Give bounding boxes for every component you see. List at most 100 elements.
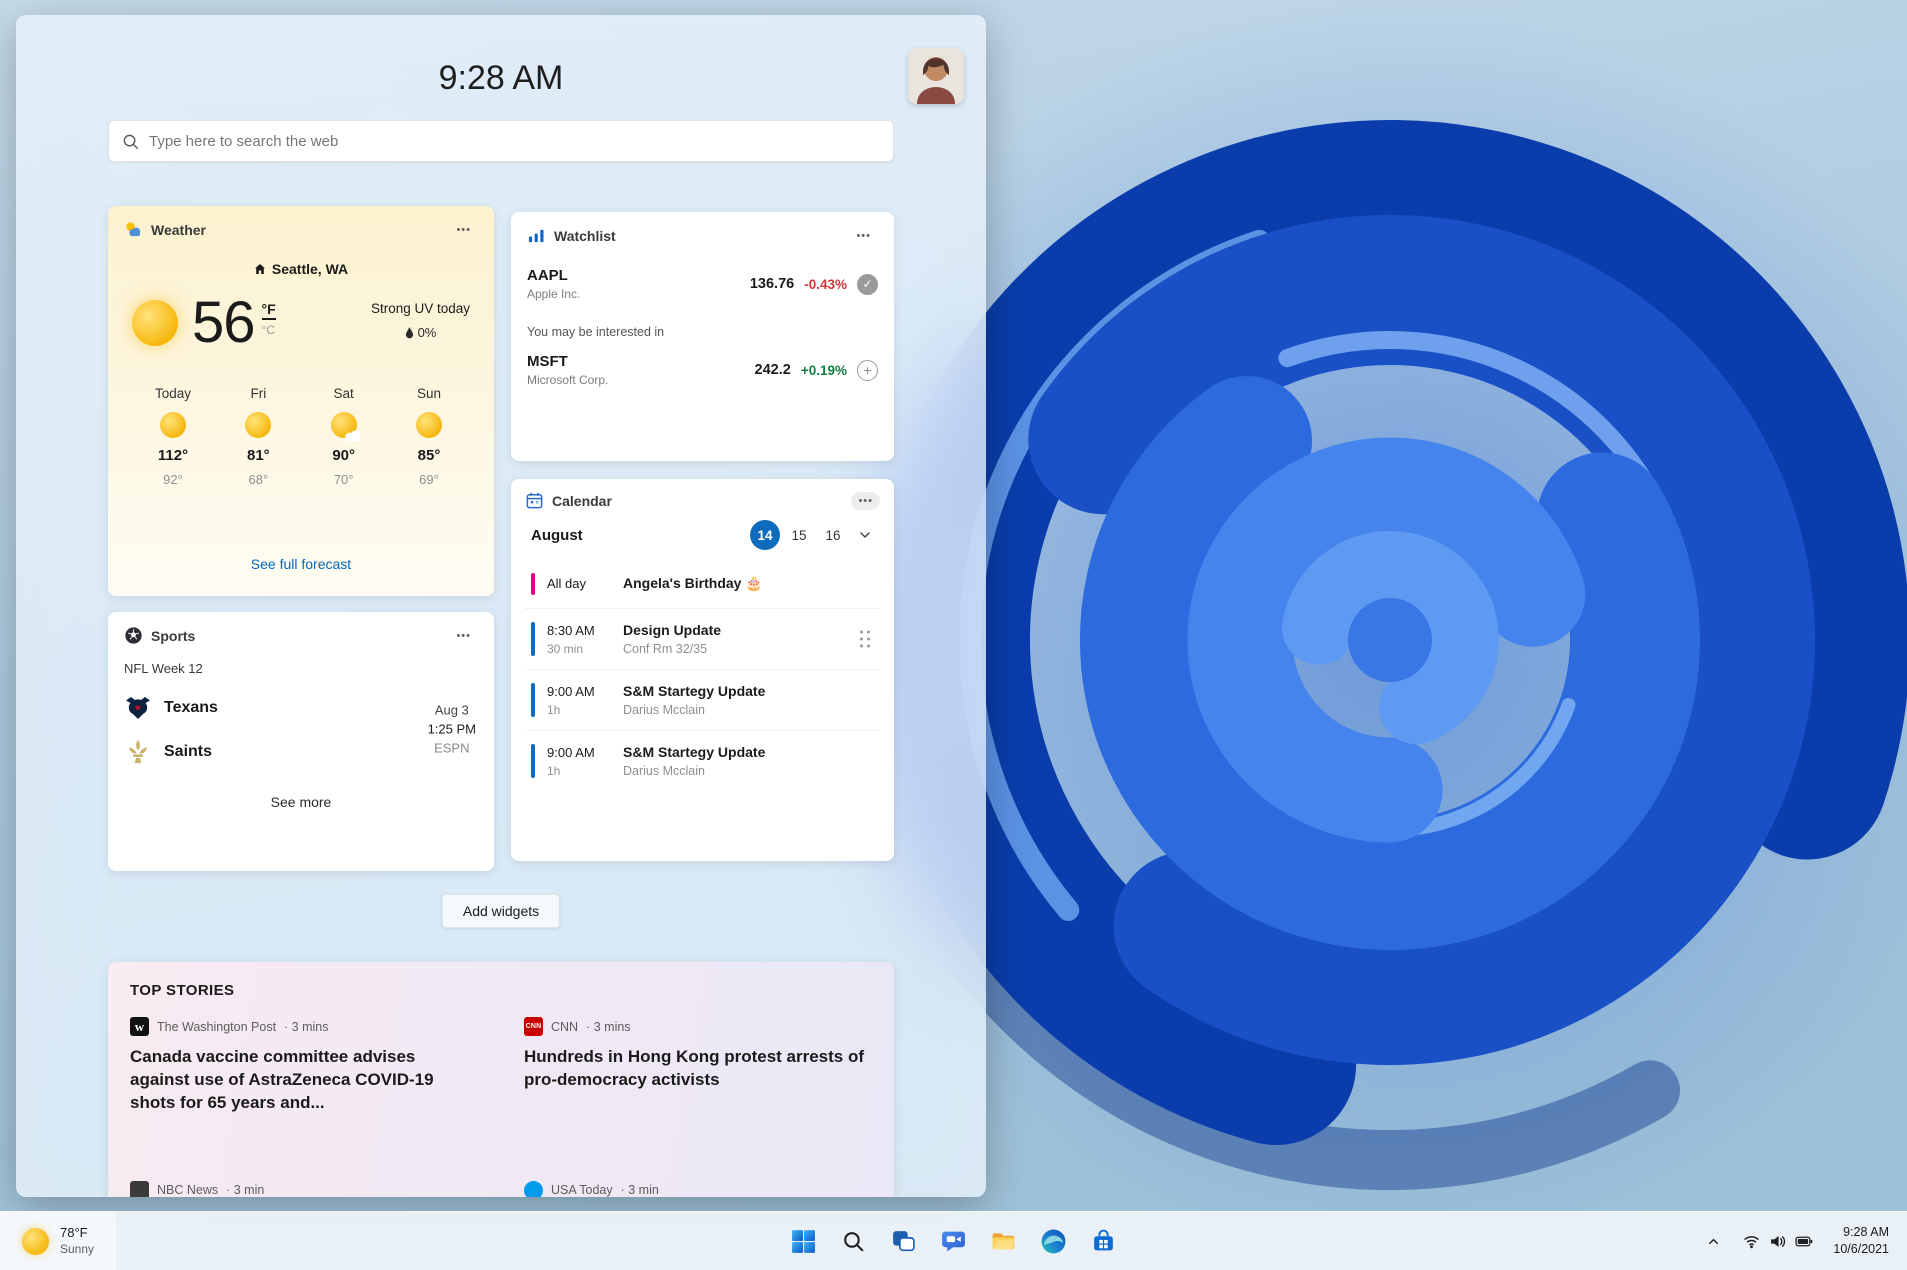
calendar-events: All day Angela's Birthday 🎂 8:30 AM 30 m… [525, 560, 880, 791]
top-stories-title: TOP STORIES [130, 982, 235, 999]
forecast-day-sat[interactable]: Sat 90° 70° [303, 386, 385, 487]
windows-logo-icon [792, 1229, 815, 1253]
unit-fahrenheit[interactable]: °F [261, 301, 276, 320]
forecast-day-sun[interactable]: Sun 85° 69° [388, 386, 470, 487]
watchlist-menu-button[interactable]: ••• [849, 227, 878, 245]
team-row-saints[interactable]: Saints [124, 730, 383, 774]
event-design-update[interactable]: 8:30 AM 30 min Design Update Conf Rm 32/… [525, 608, 880, 669]
taskbar-clock[interactable]: 9:28 AM 10/6/2021 [1827, 1220, 1895, 1263]
stocks-chart-icon [528, 229, 544, 243]
day-chip-14[interactable]: 14 [750, 520, 780, 550]
game-date: Aug 3 [434, 702, 469, 718]
usa-today-logo [524, 1180, 543, 1197]
article-headline[interactable]: Hundreds in Hong Kong protest arrests of… [524, 1046, 872, 1092]
weather-widget: Weather ••• Seattle, WA 56 °F °C Strong … [108, 206, 494, 596]
game-info: Aug 3 1:25 PM ESPN [428, 702, 476, 759]
forecast-day-today[interactable]: Today 112° 92° [132, 386, 214, 487]
taskbar-search-button[interactable] [833, 1220, 875, 1262]
day-chip-16[interactable]: 16 [818, 520, 848, 550]
add-stock-icon[interactable]: + [857, 359, 878, 381]
sunny-icon [160, 412, 186, 438]
weather-title: Weather [151, 221, 206, 238]
taskbar: 78°F Sunny 9:28 AM 10/6/2021 [0, 1211, 1907, 1270]
article-meta: · 3 mins [586, 1019, 631, 1034]
widgets-panel: 9:28 AM Weather ••• [16, 15, 986, 1197]
day-chip-15[interactable]: 15 [784, 520, 814, 550]
droplet-icon [405, 327, 413, 339]
game-time: 1:25 PM [427, 721, 476, 737]
stock-row-aapl[interactable]: AAPL Apple Inc. 136.76 -0.43% ✓ [527, 267, 878, 301]
added-check-icon[interactable]: ✓ [857, 273, 878, 295]
edge-browser-button[interactable] [1033, 1220, 1075, 1262]
panel-clock: 9:28 AM [438, 59, 564, 97]
sunny-icon [415, 412, 442, 438]
calendar-menu-button[interactable]: ••• [851, 491, 880, 510]
weather-location[interactable]: Seattle, WA [124, 261, 478, 277]
team-row-texans[interactable]: Texans [124, 686, 383, 730]
weather-icon [126, 222, 141, 237]
task-view-button[interactable] [883, 1220, 925, 1262]
sunny-icon [245, 412, 272, 438]
calendar-title: Calendar [552, 492, 612, 509]
chevron-up-icon [1709, 1238, 1719, 1244]
article-source: CNN [551, 1019, 579, 1034]
calendar-icon [526, 492, 543, 509]
article-meta: · 3 mins [284, 1019, 329, 1034]
show-hidden-icons-button[interactable] [1698, 1227, 1729, 1256]
clock-date: 10/6/2021 [1833, 1242, 1889, 1256]
game-card[interactable]: Texans Saints Aug 3 1:25 PM ESPN [124, 686, 478, 774]
sports-ball-icon [125, 627, 142, 644]
cnn-logo: CNN [524, 1017, 543, 1036]
search-input[interactable] [149, 132, 880, 150]
forecast-day-fri[interactable]: Fri 81° 68° [217, 386, 299, 487]
weather-menu-button[interactable]: ••• [449, 221, 478, 239]
chat-button[interactable] [933, 1220, 975, 1262]
watchlist-suggestion-label: You may be interested in [527, 325, 665, 339]
precipitation: 0% [405, 325, 437, 340]
watchlist-widget: Watchlist ••• AAPL Apple Inc. 136.76 -0.… [511, 212, 894, 461]
battery-icon [1795, 1236, 1813, 1246]
microsoft-store-button[interactable] [1083, 1220, 1125, 1262]
user-avatar[interactable] [908, 48, 964, 104]
sports-title: Sports [151, 627, 196, 644]
file-explorer-button[interactable] [983, 1220, 1025, 1262]
top-stories-widget: TOP STORIES w The Washington Post · 3 mi… [108, 962, 894, 1197]
search-icon [123, 134, 139, 149]
news-article[interactable]: w The Washington Post · 3 mins Canada va… [130, 1017, 478, 1115]
clock-time: 9:28 AM [1843, 1224, 1889, 1239]
precipitation-value: 0% [417, 325, 437, 340]
chat-icon [942, 1231, 965, 1251]
drag-handle-icon[interactable] [860, 630, 870, 648]
calendar-widget: Calendar ••• August 14 15 16 All day Ang… [511, 479, 894, 861]
event-angela-birthday[interactable]: All day Angela's Birthday 🎂 [525, 560, 880, 608]
texans-logo [126, 697, 150, 719]
see-full-forecast-link[interactable]: See full forecast [124, 556, 478, 572]
start-button[interactable] [783, 1220, 825, 1262]
calendar-datebar: August 14 15 16 [525, 520, 880, 550]
saints-logo [129, 740, 147, 763]
event-strategy-update-2[interactable]: 9:00 AM 1h S&M Startegy Update Darius Mc… [525, 730, 880, 791]
system-tray-quick-settings[interactable] [1735, 1226, 1821, 1257]
current-temperature: 56 [192, 290, 256, 355]
taskbar-weather-chip[interactable]: 78°F Sunny [0, 1212, 117, 1270]
stock-row-msft[interactable]: MSFT Microsoft Corp. 242.2 +0.19% + [527, 353, 878, 387]
add-widgets-button[interactable]: Add widgets [441, 894, 561, 928]
news-article-partial[interactable]: NBC News · 3 min [130, 1180, 478, 1197]
see-more-link[interactable]: See more [271, 794, 332, 810]
unit-celsius[interactable]: °C [262, 323, 276, 337]
calendar-month: August [531, 526, 583, 544]
league-week-label: NFL Week 12 [124, 661, 203, 676]
event-strategy-update-1[interactable]: 9:00 AM 1h S&M Startegy Update Darius Mc… [525, 669, 880, 730]
article-headline[interactable]: Canada vaccine committee advises against… [130, 1046, 478, 1115]
sports-menu-button[interactable]: ••• [449, 627, 478, 645]
sports-widget: Sports ••• NFL Week 12 Texans Saints Aug… [108, 612, 494, 871]
search-bar[interactable] [108, 120, 894, 162]
chevron-down-icon[interactable] [852, 524, 874, 546]
article-source: The Washington Post [157, 1019, 277, 1034]
home-icon [254, 264, 265, 274]
news-article[interactable]: CNN CNN · 3 mins Hundreds in Hong Kong p… [524, 1017, 872, 1115]
edge-icon [1041, 1229, 1066, 1253]
forecast-row: Today 112° 92° Fri 81° 68° Sat 90° 70° S… [124, 386, 478, 487]
news-article-partial[interactable]: USA Today · 3 min [524, 1180, 872, 1197]
sunny-icon [132, 299, 178, 346]
